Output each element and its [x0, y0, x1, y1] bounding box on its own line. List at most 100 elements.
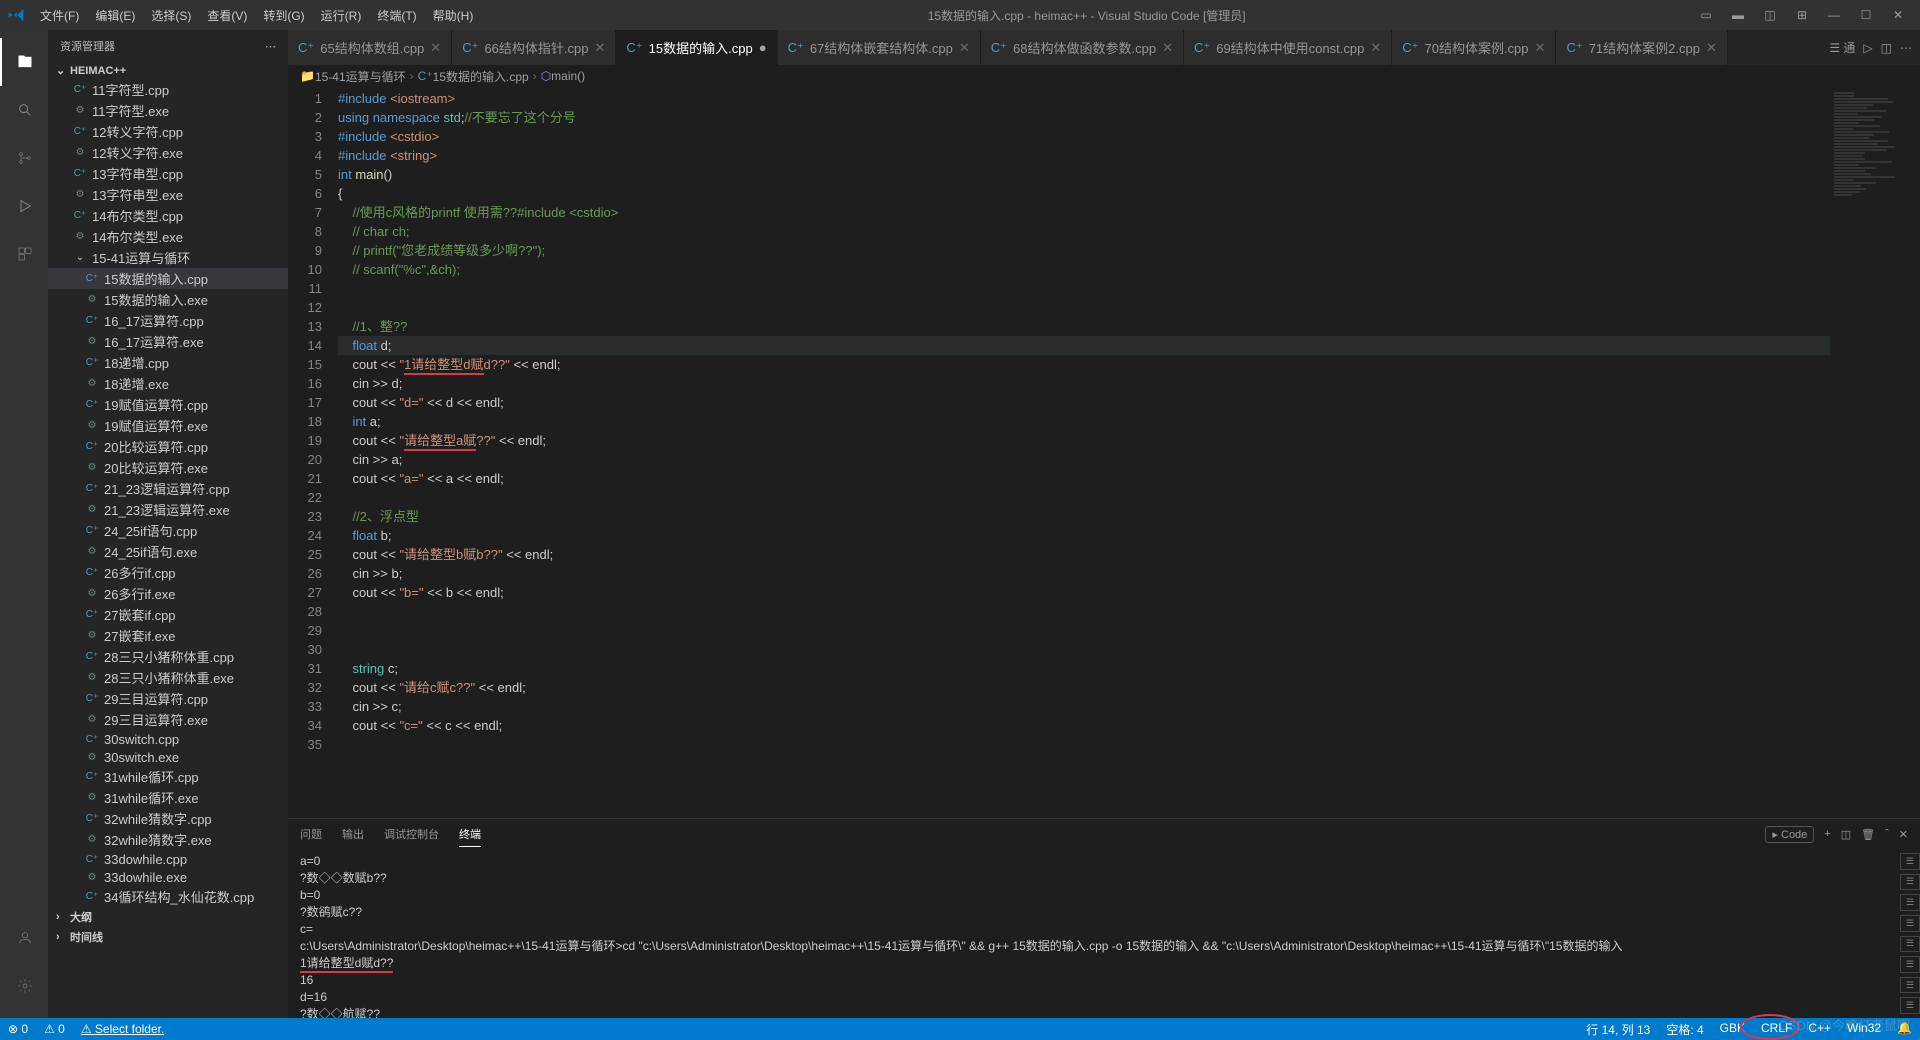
- file-item[interactable]: ⚙30switch.exe: [48, 748, 288, 766]
- code-line[interactable]: string c;: [338, 659, 1830, 678]
- menu-item[interactable]: 编辑(E): [87, 9, 143, 23]
- file-item[interactable]: C⁺12转义字符.cpp: [48, 121, 288, 142]
- code-line[interactable]: cin >> c;: [338, 697, 1830, 716]
- code-line[interactable]: // printf("您老成绩等级多少啊??");: [338, 241, 1830, 260]
- file-item[interactable]: ⚙32while猜数字.exe: [48, 829, 288, 850]
- close-icon[interactable]: ✕: [1535, 40, 1546, 56]
- code-line[interactable]: cout << "c=" << c << endl;: [338, 716, 1830, 735]
- file-item[interactable]: C⁺14布尔类型.cpp: [48, 205, 288, 226]
- menu-item[interactable]: 文件(F): [32, 9, 87, 23]
- editor[interactable]: 1234567891011121314151617181920212223242…: [288, 87, 1920, 818]
- close-icon[interactable]: ✕: [1370, 40, 1381, 56]
- add-terminal-icon[interactable]: +: [1824, 828, 1830, 840]
- code-line[interactable]: //使用c风格的printf 使用需??#include <cstdio>: [338, 203, 1830, 222]
- file-item[interactable]: C⁺28三只小猪称体重.cpp: [48, 646, 288, 667]
- file-item[interactable]: ⚙33dowhile.exe: [48, 868, 288, 886]
- file-item[interactable]: ⚙12转义字符.exe: [48, 142, 288, 163]
- terminal-instance-icon[interactable]: ☰: [1900, 915, 1920, 932]
- settings-icon[interactable]: [0, 962, 48, 1010]
- code-line[interactable]: cout << "b=" << b << endl;: [338, 583, 1830, 602]
- file-item[interactable]: C⁺24_25if语句.cpp: [48, 520, 288, 541]
- terminal-instance-icon[interactable]: ☰: [1900, 977, 1920, 994]
- file-item[interactable]: C⁺11字符型.cpp: [48, 79, 288, 100]
- code-content[interactable]: #include <iostream>using namespace std;/…: [338, 87, 1830, 818]
- code-line[interactable]: cout << "请给整型b赋b??" << endl;: [338, 545, 1830, 564]
- editor-tab[interactable]: C⁺69结构体中使用const.cpp✕: [1184, 30, 1392, 65]
- file-item[interactable]: ⚙15数据的输入.exe: [48, 289, 288, 310]
- editor-tab[interactable]: C⁺15数据的输入.cpp●: [616, 30, 777, 65]
- code-line[interactable]: cout << "请给整型a赋??" << endl;: [338, 431, 1830, 450]
- file-item[interactable]: C⁺31while循环.cpp: [48, 766, 288, 787]
- chevron-up-icon[interactable]: ˆ: [1885, 828, 1889, 840]
- code-line[interactable]: [338, 640, 1830, 659]
- file-item[interactable]: ⚙18递增.exe: [48, 373, 288, 394]
- status-spaces[interactable]: 空格: 4: [1658, 1021, 1711, 1038]
- file-item[interactable]: ⚙16_17运算符.exe: [48, 331, 288, 352]
- minimap[interactable]: [1830, 87, 1920, 818]
- editor-tab[interactable]: C⁺68结构体做函数参数.cpp✕: [981, 30, 1184, 65]
- file-item[interactable]: C⁺20比较运算符.cpp: [48, 436, 288, 457]
- file-item[interactable]: C⁺21_23逻辑运算符.cpp: [48, 478, 288, 499]
- outline-header[interactable]: › 大纲: [48, 907, 288, 927]
- source-control-icon[interactable]: [0, 134, 48, 182]
- close-icon[interactable]: ✕: [1162, 40, 1173, 56]
- split-icon[interactable]: ◫: [1881, 41, 1892, 55]
- panel-tab[interactable]: 调试控制台: [384, 822, 439, 847]
- panel-icon[interactable]: ▬: [1724, 5, 1752, 25]
- close-icon[interactable]: ✕: [1706, 40, 1717, 56]
- file-item[interactable]: C⁺34循环结构_水仙花数.cpp: [48, 886, 288, 907]
- terminal[interactable]: a=0?数◇◇数赋b??b=0?数鹆赋c??c=c:\Users\Adminis…: [288, 849, 1896, 1018]
- code-line[interactable]: // scanf("%c",&ch);: [338, 260, 1830, 279]
- file-item[interactable]: ⚙21_23逻辑运算符.exe: [48, 499, 288, 520]
- editor-tab[interactable]: C⁺67结构体嵌套结构体.cpp✕: [778, 30, 981, 65]
- close-icon[interactable]: ✕: [1884, 5, 1912, 25]
- code-line[interactable]: [338, 735, 1830, 754]
- panel-tab[interactable]: 输出: [342, 822, 364, 847]
- terminal-instance-icon[interactable]: ☰: [1900, 874, 1920, 891]
- file-item[interactable]: C⁺33dowhile.cpp: [48, 850, 288, 868]
- file-item[interactable]: ⚙26多行if.exe: [48, 583, 288, 604]
- code-line[interactable]: #include <iostream>: [338, 89, 1830, 108]
- code-line[interactable]: cout << "a=" << a << endl;: [338, 469, 1830, 488]
- menu-item[interactable]: 选择(S): [143, 9, 199, 23]
- status-errors[interactable]: ⊗ 0: [0, 1022, 36, 1036]
- code-line[interactable]: float d;: [338, 336, 1830, 355]
- code-line[interactable]: [338, 279, 1830, 298]
- maximize-icon[interactable]: ☐: [1852, 5, 1880, 25]
- file-item[interactable]: ⚙24_25if语句.exe: [48, 541, 288, 562]
- menu-item[interactable]: 查看(V): [199, 9, 255, 23]
- code-line[interactable]: // char ch;: [338, 222, 1830, 241]
- code-line[interactable]: cin >> d;: [338, 374, 1830, 393]
- file-item[interactable]: C⁺30switch.cpp: [48, 730, 288, 748]
- terminal-instance-icon[interactable]: ☰: [1900, 956, 1920, 973]
- editor-tab[interactable]: C⁺65结构体数组.cpp✕: [288, 30, 452, 65]
- code-line[interactable]: #include <string>: [338, 146, 1830, 165]
- menu-item[interactable]: 终端(T): [369, 9, 424, 23]
- file-item[interactable]: ⚙28三只小猪称体重.exe: [48, 667, 288, 688]
- file-item[interactable]: ⚙29三目运算符.exe: [48, 709, 288, 730]
- file-item[interactable]: C⁺19赋值运算符.cpp: [48, 394, 288, 415]
- status-win[interactable]: Win32: [1839, 1021, 1889, 1035]
- code-line[interactable]: cin >> a;: [338, 450, 1830, 469]
- breadcrumb-item[interactable]: 15-41运算与循环: [315, 68, 406, 85]
- breadcrumb-item[interactable]: 15数据的输入.cpp: [433, 68, 529, 85]
- folder-item[interactable]: ⌄15-41运算与循环: [48, 247, 288, 268]
- panel-tab[interactable]: 问题: [300, 822, 322, 847]
- file-item[interactable]: ⚙11字符型.exe: [48, 100, 288, 121]
- status-encoding[interactable]: GBK: [1712, 1021, 1753, 1035]
- menu-item[interactable]: 运行(R): [313, 9, 370, 23]
- file-item[interactable]: C⁺29三目运算符.cpp: [48, 688, 288, 709]
- close-icon[interactable]: ✕: [959, 40, 970, 56]
- dirty-icon[interactable]: ●: [759, 40, 767, 55]
- code-line[interactable]: //2、浮点型: [338, 507, 1830, 526]
- file-item[interactable]: C⁺18递增.cpp: [48, 352, 288, 373]
- file-item[interactable]: ⚙19赋值运算符.exe: [48, 415, 288, 436]
- code-line[interactable]: float b;: [338, 526, 1830, 545]
- file-item[interactable]: ⚙20比较运算符.exe: [48, 457, 288, 478]
- status-bell[interactable]: 🔔: [1889, 1021, 1920, 1035]
- code-line[interactable]: int main(): [338, 165, 1830, 184]
- code-line[interactable]: cout << "1请给整型d赋d??" << endl;: [338, 355, 1830, 374]
- file-item[interactable]: C⁺27嵌套if.cpp: [48, 604, 288, 625]
- sidebar-icon[interactable]: ◫: [1756, 5, 1784, 25]
- code-line[interactable]: [338, 488, 1830, 507]
